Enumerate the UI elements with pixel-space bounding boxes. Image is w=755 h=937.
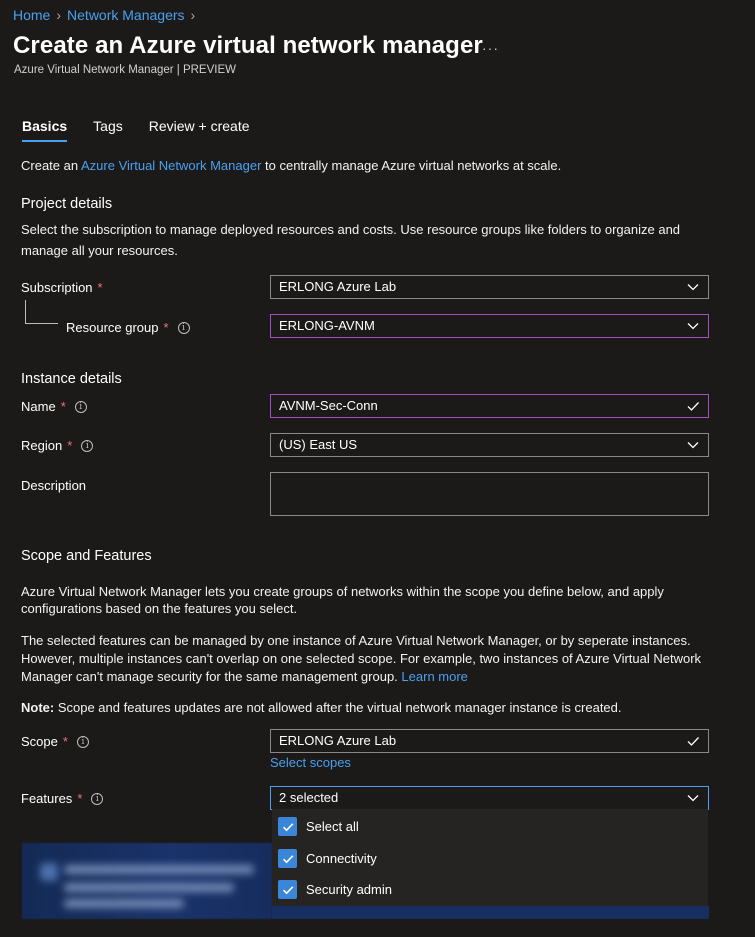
scope-value: ERLONG Azure Lab	[279, 733, 397, 748]
breadcrumb-network-managers-link[interactable]: Network Managers	[67, 7, 185, 23]
scope-features-para2: The selected features can be managed by …	[21, 632, 741, 686]
tab-basics[interactable]: Basics	[22, 118, 68, 142]
required-marker: *	[60, 399, 66, 414]
resource-group-value: ERLONG-AVNM	[279, 318, 375, 333]
checkmark-icon	[687, 737, 699, 746]
page-subtitle: Azure Virtual Network Manager | PREVIEW	[14, 64, 236, 76]
intro-suffix: to centrally manage Azure virtual networ…	[261, 158, 562, 173]
info-icon[interactable]: i	[177, 321, 190, 334]
note-text: Note: Scope and features updates are not…	[21, 697, 622, 718]
option-connectivity[interactable]: Connectivity	[278, 849, 377, 868]
info-icon[interactable]: i	[91, 792, 104, 805]
tab-bar: Basics Tags Review + create	[22, 118, 276, 142]
features-select[interactable]: 2 selected	[270, 786, 709, 810]
note-bold: Note:	[21, 700, 55, 715]
description-textarea[interactable]	[270, 472, 709, 516]
subscription-label-text: Subscription	[21, 280, 93, 295]
chevron-down-icon	[687, 442, 699, 449]
chevron-right-icon: ›	[190, 7, 196, 23]
learn-more-link[interactable]: Learn more	[401, 669, 467, 684]
checkbox-checked-icon[interactable]	[278, 817, 297, 836]
info-icon[interactable]: i	[74, 400, 87, 413]
resource-group-select[interactable]: ERLONG-AVNM	[270, 314, 709, 338]
chevron-down-icon	[687, 323, 699, 330]
features-dropdown-panel: Select all Connectivity Security admin	[272, 809, 708, 906]
tree-connector-horizontal	[25, 323, 58, 324]
chevron-up-icon	[687, 795, 699, 802]
tab-review-create[interactable]: Review + create	[149, 118, 250, 142]
para2-line-2: However, multiple instances can't overla…	[21, 651, 702, 666]
project-details-heading: Project details	[21, 196, 113, 212]
option-security-admin[interactable]: Security admin	[278, 880, 392, 899]
scope-label: Scope * i	[21, 734, 89, 749]
chevron-down-icon	[687, 284, 699, 291]
blurred-banner-strip	[272, 906, 709, 919]
breadcrumb: Home › Network Managers ›	[13, 7, 195, 23]
description-label: Description	[21, 478, 86, 493]
blurred-info-banner	[22, 843, 272, 919]
scope-label-text: Scope	[21, 734, 58, 749]
note-body: Scope and features updates are not allow…	[54, 700, 622, 715]
subscription-select[interactable]: ERLONG Azure Lab	[270, 275, 709, 299]
description-label-text: Description	[21, 478, 87, 493]
name-input[interactable]: AVNM-Sec-Conn	[270, 394, 709, 418]
instance-details-heading: Instance details	[21, 371, 122, 387]
intro-prefix: Create an	[21, 158, 81, 173]
checkmark-icon	[687, 402, 699, 411]
intro-text: Create an Azure Virtual Network Manager …	[21, 155, 561, 176]
scope-features-heading: Scope and Features	[21, 548, 152, 564]
option-label: Security admin	[306, 882, 392, 897]
resource-group-label: Resource group * i	[66, 320, 190, 335]
required-marker: *	[62, 734, 68, 749]
checkbox-checked-icon[interactable]	[278, 849, 297, 868]
para2-line-3-text: Manager can't manage security for the sa…	[21, 669, 402, 684]
info-icon[interactable]: i	[76, 735, 89, 748]
name-label-text: Name	[21, 399, 56, 414]
more-options-icon[interactable]: ···	[482, 40, 499, 56]
required-marker: *	[97, 280, 103, 295]
page-title: Create an Azure virtual network manager	[13, 32, 483, 59]
region-label: Region * i	[21, 438, 94, 453]
option-label: Select all	[306, 819, 359, 834]
subscription-label: Subscription *	[21, 280, 103, 295]
region-label-text: Region	[21, 438, 63, 453]
scope-features-para1: Azure Virtual Network Manager lets you c…	[21, 584, 664, 616]
scope-field[interactable]: ERLONG Azure Lab	[270, 729, 709, 753]
info-icon[interactable]: i	[81, 439, 94, 452]
tree-connector-vertical	[25, 300, 26, 324]
features-label: Features * i	[21, 791, 104, 806]
resource-group-label-text: Resource group	[66, 320, 159, 335]
option-select-all[interactable]: Select all	[278, 817, 359, 836]
region-select[interactable]: (US) East US	[270, 433, 709, 457]
breadcrumb-home-link[interactable]: Home	[13, 7, 50, 23]
required-marker: *	[67, 438, 73, 453]
para2-line-3: Manager can't manage security for the sa…	[21, 668, 741, 686]
tab-tags[interactable]: Tags	[93, 118, 123, 142]
required-marker: *	[163, 320, 169, 335]
para2-line-1: The selected features can be managed by …	[21, 633, 691, 648]
required-marker: *	[77, 791, 83, 806]
select-scopes-link[interactable]: Select scopes	[270, 755, 351, 770]
features-value: 2 selected	[279, 790, 339, 805]
option-label: Connectivity	[306, 851, 377, 866]
avnm-link[interactable]: Azure Virtual Network Manager	[81, 158, 261, 173]
subscription-value: ERLONG Azure Lab	[279, 279, 397, 294]
checkbox-checked-icon[interactable]	[278, 880, 297, 899]
name-value: AVNM-Sec-Conn	[279, 398, 378, 413]
chevron-right-icon: ›	[56, 7, 62, 23]
features-label-text: Features	[21, 791, 73, 806]
name-label: Name * i	[21, 399, 87, 414]
region-value: (US) East US	[279, 437, 358, 452]
project-details-description: Select the subscription to manage deploy…	[21, 222, 681, 258]
